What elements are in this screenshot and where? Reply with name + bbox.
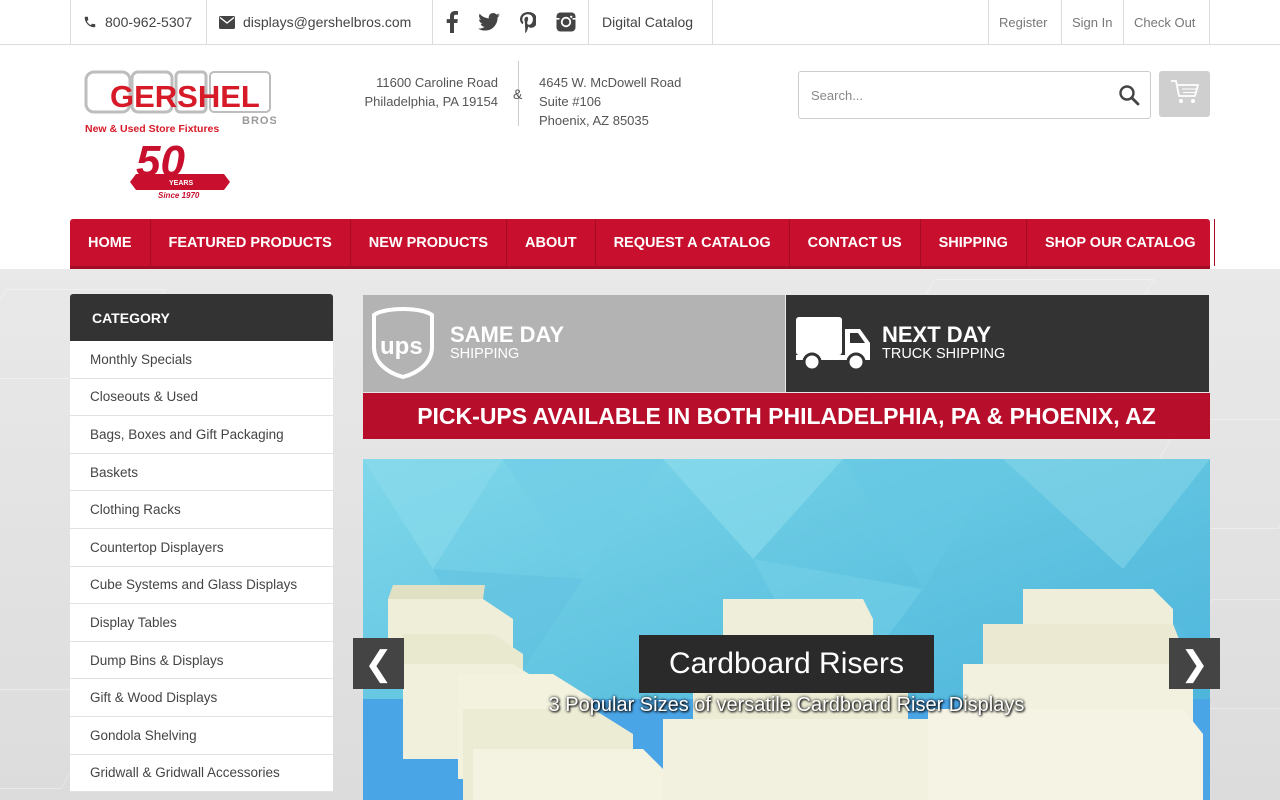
twitter-icon[interactable]	[475, 0, 503, 44]
address-line: Philadelphia, PA 19154	[364, 94, 498, 109]
search-input[interactable]	[799, 72, 1109, 118]
category-item[interactable]: Dump Bins & Displays	[70, 641, 333, 680]
hero-slider[interactable]	[363, 459, 1210, 800]
sign-in-link[interactable]: Sign In	[1072, 0, 1112, 44]
category-item[interactable]: Display Tables	[70, 604, 333, 642]
site-logo[interactable]: GERSHEL BROS. New & Used Store Fixtures …	[84, 62, 281, 202]
divider	[1061, 0, 1062, 44]
logo-years: YEARS	[169, 180, 193, 187]
category-title: CATEGORY	[70, 294, 333, 341]
slider-prev-button[interactable]: ❮	[353, 638, 404, 689]
slider-next-button[interactable]: ❯	[1169, 638, 1220, 689]
search-icon[interactable]	[1118, 84, 1140, 106]
ups-label: ups	[380, 333, 423, 360]
category-sidebar: CATEGORY Monthly Specials Closeouts & Us…	[70, 294, 333, 793]
cart-button[interactable]	[1159, 71, 1210, 117]
address-phoenix: 4645 W. McDowell Road Suite #106 Phoenix…	[539, 73, 739, 130]
same-day-subtitle: SHIPPING	[450, 346, 520, 362]
category-item[interactable]: Closeouts & Used	[70, 378, 333, 417]
email-link[interactable]: displays@gershelbros.com	[219, 0, 411, 44]
logo-tagline: New & Used Store Fixtures	[85, 123, 219, 135]
phone-icon	[83, 15, 97, 29]
divider	[70, 0, 71, 44]
category-item[interactable]: Gridwall & Gridwall Accessories	[70, 754, 333, 793]
check-out-link[interactable]: Check Out	[1134, 0, 1195, 44]
nav-about[interactable]: ABOUT	[507, 219, 596, 266]
ups-logo-icon: ups	[372, 306, 434, 384]
nav-new-products[interactable]: NEW PRODUCTS	[351, 219, 507, 266]
slide-image	[363, 459, 1210, 800]
divider	[712, 0, 713, 44]
envelope-icon	[219, 15, 235, 29]
top-bar: 800-962-5307 displays@gershelbros.com Di…	[0, 0, 1280, 45]
address-line: 4645 W. McDowell Road	[539, 75, 682, 90]
divider	[588, 0, 589, 44]
slide-subtitle: 3 Popular Sizes of versatile Cardboard R…	[548, 694, 1025, 716]
nav-featured-products[interactable]: FEATURED PRODUCTS	[151, 219, 351, 266]
category-item[interactable]: Gift & Wood Displays	[70, 679, 333, 717]
address-line: Suite #106	[539, 94, 602, 109]
logo-brand: GERSHEL	[110, 79, 260, 114]
address-line: 11600 Caroline Road	[376, 75, 498, 90]
search-box	[798, 71, 1151, 119]
nav-contact-us[interactable]: CONTACT US	[790, 219, 921, 266]
instagram-icon[interactable]	[552, 0, 580, 44]
category-item[interactable]: Bags, Boxes and Gift Packaging	[70, 416, 333, 454]
divider	[432, 0, 433, 44]
same-day-title: SAME DAY	[450, 322, 565, 347]
pickup-banner: PICK-UPS AVAILABLE IN BOTH PHILADELPHIA,…	[363, 393, 1210, 439]
cart-icon	[1170, 79, 1200, 110]
next-day-shipping-banner[interactable]: NEXT DAY TRUCK SHIPPING	[786, 295, 1209, 392]
truck-icon	[796, 315, 872, 378]
divider	[1209, 0, 1210, 44]
nav-request-catalog[interactable]: REQUEST A CATALOG	[596, 219, 790, 266]
facebook-icon[interactable]	[438, 0, 466, 44]
address-philadelphia: 11600 Caroline Road Philadelphia, PA 191…	[330, 73, 498, 111]
category-item[interactable]: Countertop Displayers	[70, 528, 333, 567]
digital-catalog-label: Digital Catalog	[602, 14, 694, 30]
divider	[988, 0, 989, 44]
phone-link[interactable]: 800-962-5307	[83, 0, 192, 44]
category-item[interactable]: Cube Systems and Glass Displays	[70, 566, 333, 605]
logo-since: Since 1970	[158, 191, 200, 200]
phone-number: 800-962-5307	[105, 14, 193, 30]
address-line: Phoenix, AZ 85035	[539, 113, 649, 128]
category-item[interactable]: Monthly Specials	[70, 341, 333, 379]
pinterest-icon[interactable]	[514, 0, 542, 44]
nav-shipping[interactable]: SHIPPING	[921, 219, 1027, 266]
nav-shop-catalog[interactable]: SHOP OUR CATALOG	[1027, 219, 1215, 266]
same-day-shipping-banner[interactable]: ups SAME DAY SHIPPING	[363, 295, 785, 392]
logo-bros: BROS.	[242, 115, 276, 127]
main-nav: HOME FEATURED PRODUCTS NEW PRODUCTS ABOU…	[70, 219, 1215, 269]
divider	[206, 0, 207, 44]
nav-home[interactable]: HOME	[70, 219, 151, 266]
category-item[interactable]: Gondola Shelving	[70, 716, 333, 755]
digital-catalog-link[interactable]: Digital Catalog	[602, 0, 693, 44]
slide-title: Cardboard Risers	[639, 635, 934, 693]
ampersand: &	[513, 86, 523, 102]
register-link[interactable]: Register	[999, 0, 1047, 44]
next-day-title: NEXT DAY	[882, 322, 992, 347]
next-day-subtitle: TRUCK SHIPPING	[882, 346, 1006, 362]
category-item[interactable]: Clothing Racks	[70, 491, 333, 529]
email-address: displays@gershelbros.com	[243, 14, 412, 30]
category-item[interactable]: Baskets	[70, 453, 333, 492]
divider	[1123, 0, 1124, 44]
